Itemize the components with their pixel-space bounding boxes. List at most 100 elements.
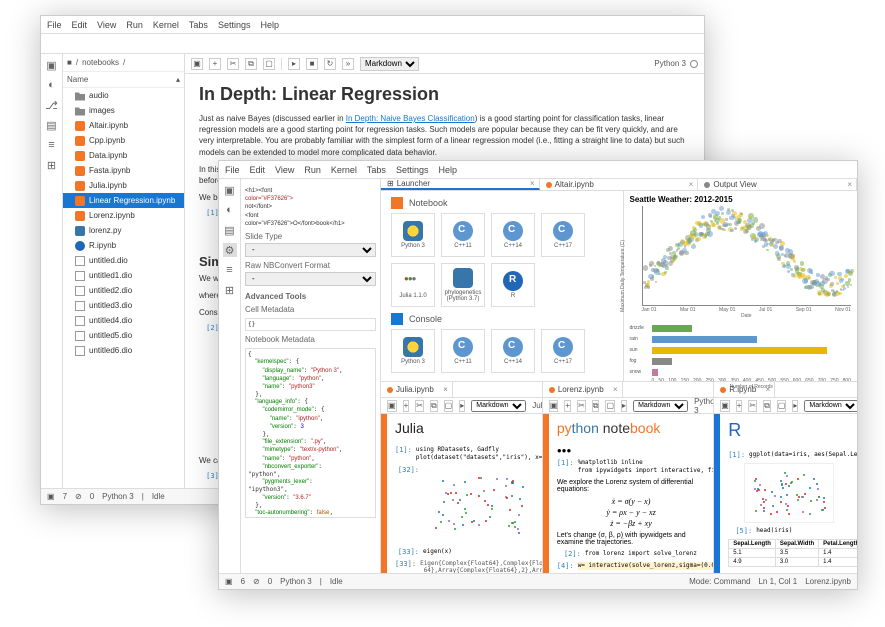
file-row[interactable]: Data.ipynb	[63, 148, 184, 163]
tab-launcher[interactable]: ⊞Launcher×	[381, 179, 540, 190]
menu-help[interactable]: Help	[260, 20, 279, 30]
cell-type-select[interactable]: Markdown	[633, 400, 688, 412]
kernel-name[interactable]: Julia	[532, 401, 543, 410]
menu-kernel[interactable]: Kernel	[331, 165, 357, 175]
menu-view[interactable]: View	[97, 20, 116, 30]
commands-icon[interactable]: ▤	[45, 118, 59, 132]
running-icon[interactable]: ◐	[223, 203, 237, 217]
launcher-card-julia-1-1-0[interactable]: Julia 1.1.0	[391, 263, 435, 307]
file-row[interactable]: Linear Regression.ipynb	[63, 193, 184, 208]
launcher-card-c-11[interactable]: C++11	[441, 329, 485, 373]
launcher-card-phylogenetics-python-3-7-[interactable]: phylogenetics (Python 3.7)	[441, 263, 485, 307]
close-icon[interactable]: ×	[443, 385, 448, 394]
extension-icon[interactable]: ⊞	[223, 283, 237, 297]
menu-tabs[interactable]: Tabs	[189, 20, 208, 30]
git-icon[interactable]: ⎇	[45, 98, 59, 112]
paste-button[interactable]: ▢	[777, 400, 787, 412]
cut-button[interactable]: ✂	[748, 400, 757, 412]
menu-tabs[interactable]: Tabs	[367, 165, 386, 175]
menu-kernel[interactable]: Kernel	[153, 20, 179, 30]
copy-button[interactable]: ⧉	[763, 400, 771, 412]
close-icon[interactable]: ×	[689, 180, 694, 189]
file-header[interactable]: Name ▴	[63, 72, 184, 88]
menu-edit[interactable]: Edit	[72, 20, 88, 30]
launcher-card-c-17[interactable]: C++17	[541, 213, 585, 257]
file-row[interactable]: Cpp.ipynb	[63, 133, 184, 148]
code-line[interactable]: ggplot(data=iris, aes(Sepal.Len	[749, 451, 857, 459]
commands-icon[interactable]: ▤	[223, 223, 237, 237]
code-line[interactable]: w= interactive(solve_lorenz,sigma=(0.0,5…	[578, 562, 714, 570]
kernel-name[interactable]: Python 3	[694, 397, 714, 415]
menu-run[interactable]: Run	[304, 165, 321, 175]
menu-view[interactable]: View	[275, 165, 294, 175]
launcher-card-c-14[interactable]: C++14	[491, 213, 535, 257]
save-button[interactable]: ▣	[720, 400, 730, 412]
folder-icon[interactable]: ▣	[223, 183, 237, 197]
tab-lorenz[interactable]: Lorenz.ipynb×	[543, 382, 623, 397]
close-icon[interactable]: ×	[613, 385, 618, 394]
raw-format-select[interactable]: -	[245, 272, 376, 286]
file-row[interactable]: untitled1.dio	[63, 268, 184, 283]
tab-output-view[interactable]: Output View×	[698, 179, 857, 190]
code-line[interactable]: from lorenz import solve_lorenz	[585, 550, 697, 558]
file-row[interactable]: untitled6.dio	[63, 343, 184, 358]
tabs-icon[interactable]: ≡	[223, 263, 237, 277]
launcher-card-c-11[interactable]: C++11	[441, 213, 485, 257]
breadcrumb-path[interactable]: notebooks	[82, 58, 119, 67]
slide-type-select[interactable]: -	[245, 243, 376, 257]
notebook-metadata[interactable]: { "kernelspec": { "display_name": "Pytho…	[245, 348, 376, 518]
file-row[interactable]: untitled3.dio	[63, 298, 184, 313]
file-row[interactable]: R.ipynb	[63, 238, 184, 253]
file-row[interactable]: Lorenz.ipynb	[63, 208, 184, 223]
tab-julia[interactable]: Julia.ipynb×	[381, 382, 453, 397]
cell-type-select[interactable]: Markdown	[471, 400, 526, 412]
cut-button[interactable]: ✂	[227, 58, 239, 70]
file-row[interactable]: Fasta.ipynb	[63, 163, 184, 178]
stop-button[interactable]: ■	[306, 58, 318, 70]
extension-icon[interactable]: ⊞	[45, 158, 59, 172]
launcher-card-python-3[interactable]: Python 3	[391, 213, 435, 257]
add-cell-button[interactable]: +	[209, 58, 221, 70]
code-line[interactable]: head(iris)	[756, 527, 792, 535]
file-row[interactable]: Julia.ipynb	[63, 178, 184, 193]
file-row[interactable]: Altair.ipynb	[63, 118, 184, 133]
menu-file[interactable]: File	[225, 165, 240, 175]
advanced-tools-header[interactable]: Advanced Tools	[245, 292, 376, 301]
menu-help[interactable]: Help	[438, 165, 457, 175]
run-button[interactable]: ▸	[621, 400, 627, 412]
close-icon[interactable]: ×	[530, 179, 535, 188]
menu-settings[interactable]: Settings	[396, 165, 429, 175]
save-button[interactable]: ▣	[191, 58, 203, 70]
cell-metadata[interactable]: {}	[245, 318, 376, 331]
add-cell-button[interactable]: +	[403, 400, 410, 412]
breadcrumb[interactable]: ■ / notebooks /	[63, 54, 184, 72]
status-kernel[interactable]: Python 3	[280, 577, 312, 586]
menu-run[interactable]: Run	[126, 20, 143, 30]
tab-r[interactable]: R.ipynb×	[714, 382, 775, 397]
add-cell-button[interactable]: +	[736, 400, 743, 412]
paste-button[interactable]: ▢	[605, 400, 615, 412]
tab-altair[interactable]: Altair.ipynb×	[540, 179, 699, 190]
sort-icon[interactable]: ▴	[176, 75, 180, 84]
menu-file[interactable]: File	[47, 20, 62, 30]
copy-button[interactable]: ⧉	[245, 58, 257, 70]
code-line[interactable]: eigen(x)	[423, 548, 452, 556]
tabs-icon[interactable]: ≡	[45, 138, 59, 152]
file-row[interactable]: untitled4.dio	[63, 313, 184, 328]
close-icon[interactable]: ×	[847, 180, 852, 189]
run-button[interactable]: ▸	[459, 400, 465, 412]
save-button[interactable]: ▣	[387, 400, 397, 412]
launcher-card-c-17[interactable]: C++17	[541, 329, 585, 373]
file-row[interactable]: untitled2.dio	[63, 283, 184, 298]
cut-button[interactable]: ✂	[577, 400, 586, 412]
file-row[interactable]: lorenz.py	[63, 223, 184, 238]
copy-button[interactable]: ⧉	[592, 400, 600, 412]
link-naive-bayes[interactable]: In Depth: Naive Bayes Classification	[346, 114, 475, 123]
cut-button[interactable]: ✂	[415, 400, 424, 412]
status-kernel[interactable]: Python 3	[102, 492, 134, 501]
cell-type-select[interactable]: Markdown	[360, 57, 419, 71]
menu-settings[interactable]: Settings	[218, 20, 251, 30]
file-row[interactable]: audio	[63, 88, 184, 103]
launcher-card-python-3[interactable]: Python 3	[391, 329, 435, 373]
code-line[interactable]: using RDatasets, Gadfly plot(dataset("da…	[416, 446, 542, 462]
